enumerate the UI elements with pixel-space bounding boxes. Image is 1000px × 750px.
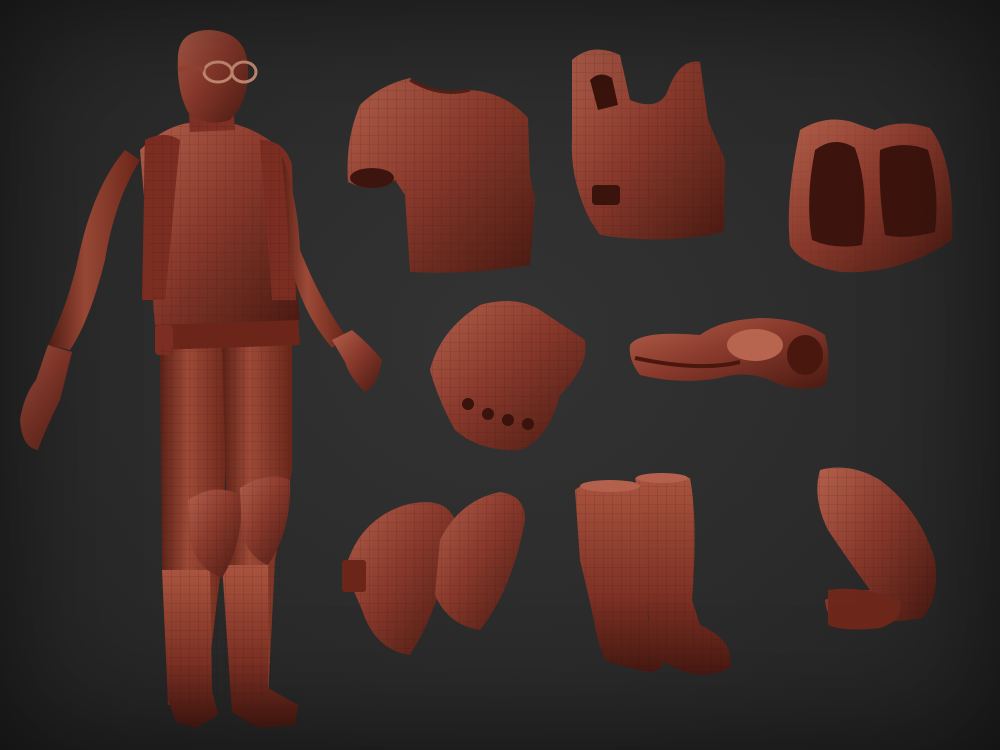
shoulder-pad-piece bbox=[817, 467, 937, 630]
sculpt-scene bbox=[20, 30, 953, 728]
full-character-figure bbox=[20, 30, 382, 728]
tank-vest-piece bbox=[571, 49, 725, 240]
sculpt-viewport bbox=[0, 0, 1000, 750]
t-shirt-piece bbox=[347, 78, 535, 273]
knee-pads-piece bbox=[342, 492, 525, 655]
harness-strap-piece bbox=[788, 119, 953, 273]
goggles-piece bbox=[629, 318, 829, 389]
boots-piece bbox=[575, 473, 731, 675]
fingerless-glove-piece bbox=[430, 301, 586, 451]
